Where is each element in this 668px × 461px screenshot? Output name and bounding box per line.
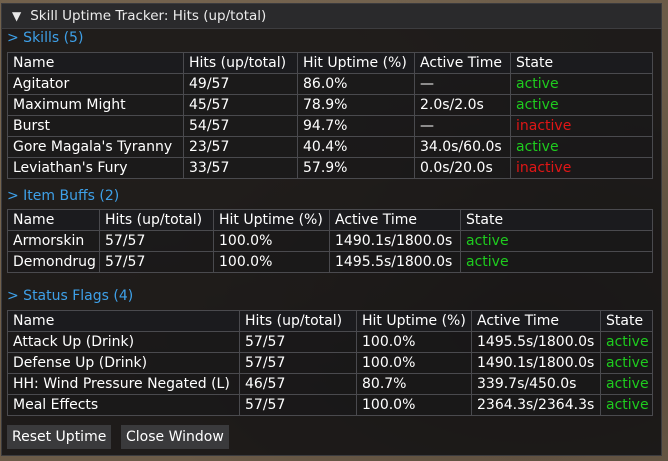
column-header-name[interactable]: Name [7,52,184,74]
table-row: Defense Up (Drink) 57/57 100.0% 1490.1s/180… [7,352,653,374]
cell-uptime: 100.0% [356,352,472,374]
cell-uptime: 40.4% [297,136,415,158]
table-row: Agitator 49/57 86.0% — active [7,73,653,95]
cell-name: Leviathan's Fury [7,157,184,179]
cell-active-time: 1495.5s/1800.0s [329,251,461,273]
cell-name: Defense Up (Drink) [7,352,240,374]
cell-active-time: 1490.1s/1800.0s [471,352,601,374]
item-buffs-table: Name Hits (up/total) Hit Uptime (%) Active … [7,209,653,273]
cell-active-time: — [414,115,511,137]
cell-uptime: 100.0% [356,394,472,416]
cell-active-time: 0.0s/20.0s [414,157,511,179]
cell-uptime: 86.0% [297,73,415,95]
cell-uptime: 100.0% [213,251,330,273]
cell-hits: 45/57 [183,94,298,116]
cell-name: Armorskin [7,230,100,252]
table-row: Meal Effects 57/57 100.0% 2364.3s/2364.3s ac… [7,394,653,416]
skills-table: Name Hits (up/total) Hit Uptime (%) Active … [7,52,653,179]
cell-active-time: 34.0s/60.0s [414,136,511,158]
cell-state: active [460,230,653,252]
cell-hits: 54/57 [183,115,298,137]
cell-active-time: 1490.1s/1800.0s [329,230,461,252]
cell-hits: 57/57 [239,394,357,416]
column-header-state[interactable]: State [510,52,653,74]
cell-name: Meal Effects [7,394,240,416]
table-row: Attack Up (Drink) 57/57 100.0% 1495.5s/1800… [7,331,653,353]
column-header-state[interactable]: State [600,310,653,332]
column-header-hits[interactable]: Hits (up/total) [183,52,298,74]
cell-name: HH: Wind Pressure Negated (L) [7,373,240,395]
cell-state: active [600,331,653,353]
column-header-uptime[interactable]: Hit Uptime (%) [356,310,472,332]
column-header-hits[interactable]: Hits (up/total) [99,209,214,231]
column-header-state[interactable]: State [460,209,653,231]
cell-hits: 57/57 [99,251,214,273]
column-header-active-time[interactable]: Active Time [471,310,601,332]
window-title: Skill Uptime Tracker: Hits (up/total) [30,8,267,24]
cell-uptime: 78.9% [297,94,415,116]
column-header-uptime[interactable]: Hit Uptime (%) [297,52,415,74]
column-header-hits[interactable]: Hits (up/total) [239,310,357,332]
column-header-name[interactable]: Name [7,310,240,332]
cell-uptime: 80.7% [356,373,472,395]
table-row: Burst 54/57 94.7% — inactive [7,115,653,137]
cell-name: Attack Up (Drink) [7,331,240,353]
cell-state: active [510,73,653,95]
cell-state: active [510,136,653,158]
column-header-uptime[interactable]: Hit Uptime (%) [213,209,330,231]
reset-uptime-button[interactable]: Reset Uptime [7,425,112,449]
cell-state: inactive [510,115,653,137]
cell-hits: 33/57 [183,157,298,179]
status-flags-section-header[interactable]: > Status Flags (4) [7,288,133,304]
cell-active-time: — [414,73,511,95]
item-buffs-section-header[interactable]: > Item Buffs (2) [7,188,119,204]
cell-active-time: 339.7s/450.0s [471,373,601,395]
table-row: Leviathan's Fury 33/57 57.9% 0.0s/20.0s inac… [7,157,653,179]
item-buffs-header-row: Name Hits (up/total) Hit Uptime (%) Active … [7,209,653,231]
column-header-active-time[interactable]: Active Time [329,209,461,231]
cell-uptime: 57.9% [297,157,415,179]
close-window-button[interactable]: Close Window [121,425,229,449]
cell-hits: 23/57 [183,136,298,158]
cell-hits: 46/57 [239,373,357,395]
table-row: Gore Magala's Tyranny 23/57 40.4% 34.0s/60.… [7,136,653,158]
collapse-triangle-icon[interactable]: ▼ [12,9,21,23]
skills-header-row: Name Hits (up/total) Hit Uptime (%) Active … [7,52,653,74]
table-row: Armorskin 57/57 100.0% 1490.1s/1800.0s activ… [7,230,653,252]
cell-state: active [600,352,653,374]
cell-name: Gore Magala's Tyranny [7,136,184,158]
table-row: HH: Wind Pressure Negated (L) 46/57 80.7% 3… [7,373,653,395]
cell-active-time: 2364.3s/2364.3s [471,394,601,416]
cell-state: active [510,94,653,116]
cell-hits: 49/57 [183,73,298,95]
cell-hits: 57/57 [99,230,214,252]
table-row: Maximum Might 45/57 78.9% 2.0s/2.0s active [7,94,653,116]
cell-uptime: 100.0% [356,331,472,353]
cell-name: Agitator [7,73,184,95]
cell-state: active [600,373,653,395]
cell-active-time: 2.0s/2.0s [414,94,511,116]
cell-name: Burst [7,115,184,137]
status-flags-table: Name Hits (up/total) Hit Uptime (%) Active … [7,310,653,416]
column-header-active-time[interactable]: Active Time [414,52,511,74]
table-row: Demondrug 57/57 100.0% 1495.5s/1800.0s activ… [7,251,653,273]
cell-name: Demondrug [7,251,100,273]
cell-active-time: 1495.5s/1800.0s [471,331,601,353]
cell-name: Maximum Might [7,94,184,116]
cell-state: active [460,251,653,273]
title-bar[interactable]: ▼ Skill Uptime Tracker: Hits (up/total) [2,4,661,29]
cell-uptime: 100.0% [213,230,330,252]
cell-state: inactive [510,157,653,179]
column-header-name[interactable]: Name [7,209,100,231]
cell-hits: 57/57 [239,352,357,374]
cell-state: active [600,394,653,416]
skills-section-header[interactable]: > Skills (5) [7,30,83,46]
status-flags-header-row: Name Hits (up/total) Hit Uptime (%) Active … [7,310,653,332]
cell-hits: 57/57 [239,331,357,353]
cell-uptime: 94.7% [297,115,415,137]
